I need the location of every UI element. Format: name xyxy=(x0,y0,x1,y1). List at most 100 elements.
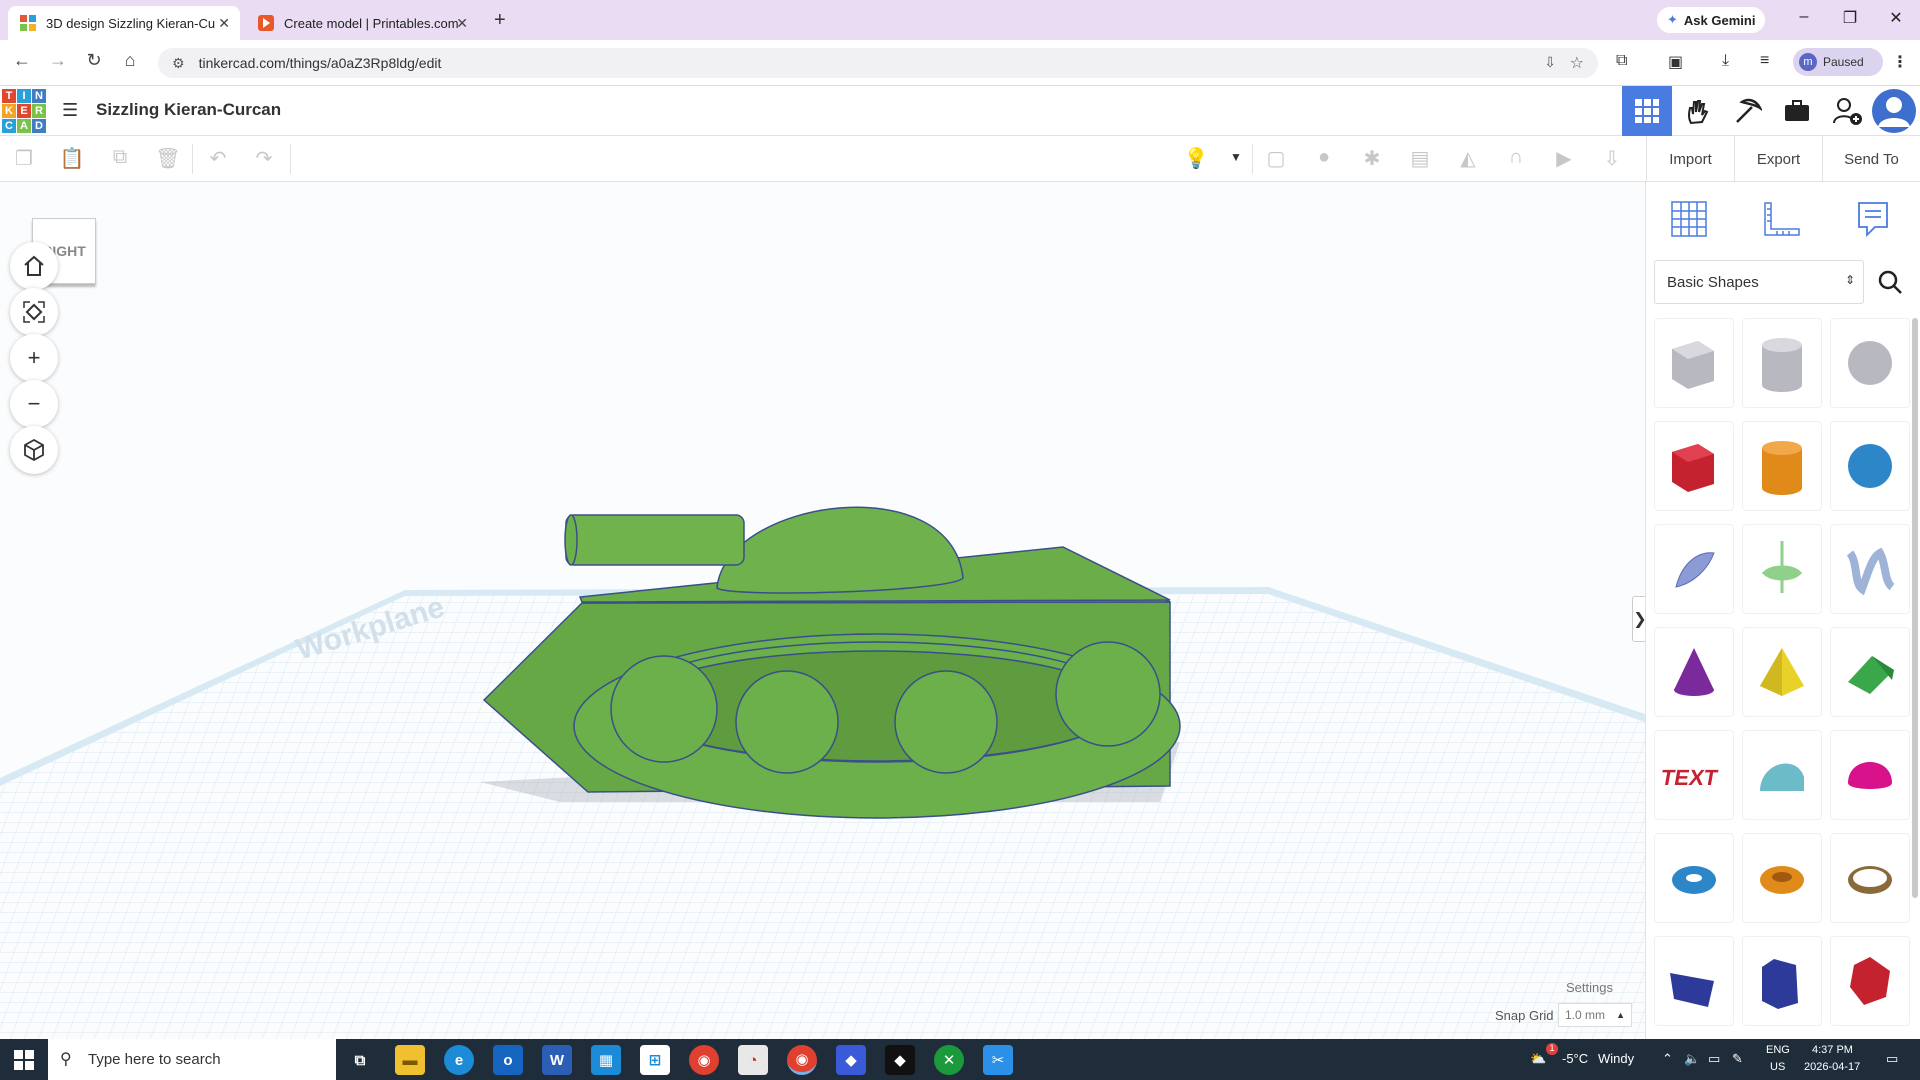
shape-box-hole[interactable] xyxy=(1654,318,1734,408)
zoom-out-button[interactable]: − xyxy=(10,380,58,428)
reload-icon[interactable]: ↻ xyxy=(80,50,108,71)
site-info-icon[interactable]: ⚙ xyxy=(172,55,185,72)
roblox-icon[interactable]: ◆ xyxy=(836,1045,866,1075)
drop-icon[interactable]: ⇩ xyxy=(1598,146,1626,174)
cruise-icon[interactable]: ✱ xyxy=(1358,146,1386,174)
tray-chevron-icon[interactable]: ⌃ xyxy=(1662,1051,1673,1067)
shape-torus[interactable] xyxy=(1654,833,1734,923)
tinkercad-logo[interactable]: T I N K E R C A D xyxy=(2,89,46,133)
language[interactable]: ENG xyxy=(1766,1044,1790,1056)
weather-icon[interactable]: ⛅ xyxy=(1530,1051,1546,1067)
tab-search-icon[interactable]: ▣ xyxy=(1668,52,1683,72)
chevron-down-icon[interactable]: ▼ xyxy=(1222,150,1250,178)
zoom-in-button[interactable]: + xyxy=(10,334,58,382)
ruler-tool-button[interactable] xyxy=(1754,194,1808,244)
forward-icon[interactable]: → xyxy=(44,50,72,71)
shape-sphere-hole[interactable] xyxy=(1830,318,1910,408)
shape-cylinder-hole[interactable] xyxy=(1742,318,1822,408)
network-icon[interactable]: ▭ xyxy=(1708,1051,1720,1067)
shape-cone[interactable] xyxy=(1654,627,1734,717)
shape-shape-generator[interactable] xyxy=(1742,524,1822,614)
shape-tube[interactable] xyxy=(1742,833,1822,923)
shape-half-sphere[interactable] xyxy=(1830,730,1910,820)
chrome-active-icon[interactable]: ◉ xyxy=(787,1045,817,1075)
tab-tinkercad[interactable]: 3D design Sizzling Kieran-Curca ✕ xyxy=(8,6,240,40)
minimize-icon[interactable]: – xyxy=(1784,8,1824,26)
outlook-icon[interactable]: o xyxy=(493,1045,523,1075)
mirror-icon[interactable]: ◭ xyxy=(1454,146,1482,174)
home-icon[interactable]: ⌂ xyxy=(116,50,144,71)
shape-roof[interactable] xyxy=(1830,627,1910,717)
file-explorer-icon[interactable]: ▬ xyxy=(395,1045,425,1075)
design-menu-icon[interactable]: ☰ xyxy=(62,100,78,121)
project-title[interactable]: Sizzling Kieran-Curcan xyxy=(96,100,281,120)
tab-printables[interactable]: Create model | Printables.com ✕ xyxy=(246,6,478,40)
restore-icon[interactable]: ❐ xyxy=(1830,8,1870,28)
shape-pyramid[interactable] xyxy=(1742,627,1822,717)
fit-all-button[interactable] xyxy=(10,288,58,336)
close-window-icon[interactable]: ✕ xyxy=(1876,8,1916,28)
import-button[interactable]: Import xyxy=(1646,136,1734,182)
workplane-tool-button[interactable] xyxy=(1662,194,1716,244)
shape-icosahedron[interactable] xyxy=(1830,936,1910,1026)
shape-sphere[interactable] xyxy=(1830,421,1910,511)
task-view-icon[interactable]: ⧉ xyxy=(345,1045,375,1075)
tools-button[interactable] xyxy=(1722,86,1772,136)
close-tab-icon[interactable]: ✕ xyxy=(218,15,230,32)
extensions-icon[interactable]: ⧉ xyxy=(1616,52,1627,70)
shape-cylinder[interactable] xyxy=(1742,421,1822,511)
browser-menu-icon[interactable]: ⋮ xyxy=(1892,52,1908,72)
install-app-icon[interactable]: ⇩ xyxy=(1544,54,1556,71)
xbox-icon[interactable]: ✕ xyxy=(934,1045,964,1075)
group-icon[interactable]: ▢ xyxy=(1262,146,1290,174)
chrome-icon[interactable]: ◉ xyxy=(689,1045,719,1075)
pen-icon[interactable]: ✎ xyxy=(1732,1051,1743,1067)
user-avatar[interactable] xyxy=(1872,89,1916,133)
taskbar-search[interactable]: ⚲ Type here to search xyxy=(48,1039,336,1080)
windows-start-icon[interactable] xyxy=(14,1050,34,1075)
new-tab-button[interactable]: + xyxy=(494,9,506,32)
delete-icon[interactable]: 🗑 xyxy=(154,146,182,174)
back-icon[interactable]: ← xyxy=(8,50,36,71)
notes-tool-button[interactable] xyxy=(1846,194,1900,244)
snipping-icon[interactable]: ✂ xyxy=(983,1045,1013,1075)
downloads-icon[interactable]: ⤓ xyxy=(1722,52,1729,70)
paste-icon[interactable]: 📋 xyxy=(58,146,86,174)
shape-ring[interactable] xyxy=(1830,833,1910,923)
panel-scrollbar[interactable] xyxy=(1912,318,1918,898)
collapse-panel-button[interactable]: ❯ xyxy=(1632,596,1645,642)
notifications-icon[interactable]: ▭ xyxy=(1886,1051,1898,1067)
shape-scribble[interactable] xyxy=(1654,524,1734,614)
3d-view-button[interactable] xyxy=(1622,86,1672,136)
copy-icon[interactable]: ❐ xyxy=(10,146,38,174)
shape-category-select[interactable]: Basic Shapes ⇕ xyxy=(1654,260,1864,304)
ask-gemini-button[interactable]: ✦ Ask Gemini xyxy=(1657,7,1766,33)
settings-link[interactable]: Settings xyxy=(1566,980,1613,995)
word-icon[interactable]: W xyxy=(542,1045,572,1075)
shape-text[interactable]: TEXT xyxy=(1654,730,1734,820)
snap-grid-select[interactable]: 1.0 mm ▲ xyxy=(1558,1003,1632,1027)
export-button[interactable]: Export xyxy=(1734,136,1822,182)
magnet-icon[interactable]: ∩ xyxy=(1502,146,1530,174)
learn-button[interactable] xyxy=(1672,86,1722,136)
profile-button[interactable]: m Paused xyxy=(1793,48,1883,76)
redo-icon[interactable]: ↷ xyxy=(250,146,278,174)
store-icon[interactable]: ▦ xyxy=(591,1045,621,1075)
bookmark-star-icon[interactable]: ☆ xyxy=(1570,53,1584,73)
edge-icon[interactable]: e xyxy=(444,1045,474,1075)
flip-icon[interactable]: ▶ xyxy=(1550,146,1578,174)
media-control-icon[interactable]: ≡ xyxy=(1760,52,1769,70)
volume-icon[interactable]: 🔈 xyxy=(1684,1051,1700,1067)
app-icon[interactable]: ◆ xyxy=(885,1045,915,1075)
shape-wedge[interactable] xyxy=(1654,936,1734,1026)
shape-polygon[interactable] xyxy=(1742,936,1822,1026)
undo-icon[interactable]: ↶ xyxy=(204,146,232,174)
3d-viewport[interactable]: Workplane RIGHT + − Settings Snap Grid 1… xyxy=(0,182,1645,1039)
projection-button[interactable] xyxy=(10,426,58,474)
tank-model[interactable] xyxy=(482,506,1181,819)
microsoft-store-icon[interactable]: ⊞ xyxy=(640,1045,670,1075)
home-view-button[interactable] xyxy=(10,242,58,290)
align-icon[interactable]: ▤ xyxy=(1406,146,1434,174)
duplicate-icon[interactable]: ⧉ xyxy=(106,146,134,174)
invite-button[interactable] xyxy=(1822,86,1872,136)
